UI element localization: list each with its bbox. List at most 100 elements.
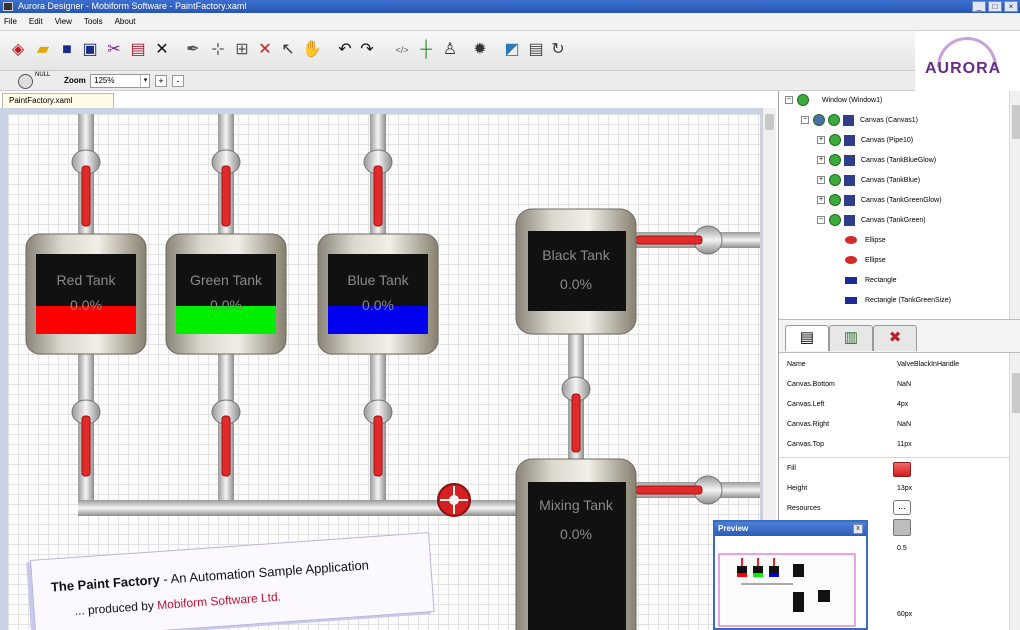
- tree-item[interactable]: Rectangle (TankGreenSize): [845, 293, 951, 309]
- properties-icon: ▤: [799, 329, 815, 346]
- valve[interactable]: [363, 149, 393, 227]
- expand-icon[interactable]: +: [817, 136, 825, 145]
- menu-bar: File Edit View Tools About: [0, 13, 1020, 31]
- new-file-icon[interactable]: ◈: [8, 40, 28, 60]
- tree-item[interactable]: + Canvas (TankBlue): [817, 173, 920, 189]
- group-tool-icon[interactable]: ⊞: [232, 40, 252, 60]
- tree-scrollbar[interactable]: [1009, 91, 1020, 319]
- minimize-button[interactable]: _: [972, 1, 986, 12]
- menu-tools[interactable]: Tools: [84, 13, 103, 30]
- valve[interactable]: [211, 399, 241, 477]
- properties-tab[interactable]: ▤: [785, 325, 829, 351]
- pen-tool-icon[interactable]: ✒: [183, 40, 203, 60]
- tree-item[interactable]: Ellipse: [845, 253, 886, 269]
- red-tank[interactable]: [25, 233, 147, 355]
- tree-item[interactable]: − Canvas (Canvas1): [801, 113, 918, 129]
- expand-icon[interactable]: +: [817, 156, 825, 165]
- save-all-icon[interactable]: ▣: [80, 40, 100, 60]
- zoom-toolbar: NULL Zoom 125% ▾ + -: [0, 71, 915, 91]
- black-tank[interactable]: [515, 208, 637, 335]
- property-row[interactable]: Canvas.Left 4px: [779, 395, 1009, 415]
- preview-window[interactable]: Preview x: [713, 520, 868, 630]
- tree-item[interactable]: Ellipse: [845, 233, 886, 249]
- property-row[interactable]: Canvas.Bottom NaN: [779, 375, 1009, 395]
- app-window: Aurora Designer - Mobiform Software - Pa…: [0, 0, 1020, 630]
- valve[interactable]: [71, 149, 101, 227]
- tree-item[interactable]: Rectangle: [845, 273, 897, 289]
- align-icon[interactable]: ▤: [526, 40, 546, 60]
- fill-color-swatch[interactable]: [893, 462, 911, 477]
- blue-tank[interactable]: [317, 233, 439, 355]
- tools-tab[interactable]: ✖: [873, 325, 917, 351]
- tank-percent: 0.0%: [210, 297, 242, 313]
- logo-text: AURORA: [925, 60, 1002, 77]
- ellipse-icon: [845, 236, 857, 245]
- color-swatch[interactable]: [893, 519, 911, 536]
- tree-item[interactable]: + Canvas (Pipe10): [817, 133, 913, 149]
- tree-item[interactable]: + Canvas (TankBlueGlow): [817, 153, 936, 169]
- visibility-icon: [829, 194, 841, 207]
- expand-icon[interactable]: +: [817, 196, 825, 205]
- node-tool-icon[interactable]: ⊹: [208, 40, 228, 60]
- undo-icon[interactable]: ↶: [335, 40, 355, 60]
- delete-icon[interactable]: ✕: [152, 40, 172, 60]
- property-row[interactable]: Height 13px: [779, 479, 1009, 499]
- menu-file[interactable]: File: [4, 13, 17, 30]
- window-title: Aurora Designer - Mobiform Software - Pa…: [18, 1, 247, 11]
- valve[interactable]: [363, 399, 393, 477]
- valve[interactable]: [211, 149, 241, 227]
- valve[interactable]: [635, 475, 723, 505]
- remove-red-icon[interactable]: ✕: [255, 40, 275, 60]
- zoom-in-button[interactable]: +: [155, 75, 167, 87]
- property-row[interactable]: Name ValveBlackInHandle: [779, 355, 1009, 375]
- collapse-icon[interactable]: −: [801, 116, 809, 125]
- xaml-icon[interactable]: </>: [392, 40, 412, 60]
- add-icon[interactable]: ┼: [416, 40, 436, 60]
- menu-about[interactable]: About: [115, 13, 136, 30]
- collapse-icon[interactable]: −: [817, 216, 825, 225]
- preview-thumbnail: [718, 553, 856, 627]
- resources-tab[interactable]: ▥: [829, 325, 873, 351]
- hand-tool-icon[interactable]: ✋: [302, 40, 322, 60]
- green-tank[interactable]: [165, 233, 287, 355]
- tree-item[interactable]: − Window (Window1): [785, 93, 882, 109]
- menu-edit[interactable]: Edit: [29, 13, 43, 30]
- tree-item[interactable]: − Canvas (TankGreen): [817, 213, 926, 229]
- debug-icon[interactable]: ✹: [470, 40, 490, 60]
- open-folder-icon[interactable]: ▰: [33, 40, 53, 60]
- valve[interactable]: [635, 225, 723, 255]
- scroll-thumb[interactable]: [1012, 373, 1020, 413]
- properties-scrollbar[interactable]: [1009, 353, 1020, 630]
- save-icon[interactable]: ■: [57, 40, 77, 60]
- mixing-tank[interactable]: [515, 458, 637, 630]
- valve[interactable]: [71, 399, 101, 477]
- property-row[interactable]: Canvas.Top 11px: [779, 435, 1009, 455]
- expand-icon[interactable]: +: [817, 176, 825, 185]
- layers-icon[interactable]: ◩: [502, 40, 522, 60]
- zoom-out-button[interactable]: -: [172, 75, 184, 87]
- close-button[interactable]: ×: [1004, 1, 1018, 12]
- paste-icon[interactable]: ▤: [128, 40, 148, 60]
- redo-icon[interactable]: ↷: [357, 40, 377, 60]
- property-row[interactable]: Canvas.Right NaN: [779, 415, 1009, 435]
- resources-button[interactable]: ...: [893, 500, 911, 515]
- menu-view[interactable]: View: [55, 13, 72, 30]
- chevron-down-icon[interactable]: ▾: [140, 75, 150, 87]
- collapse-icon[interactable]: −: [785, 96, 793, 105]
- cut-icon[interactable]: ✂: [104, 40, 124, 60]
- scroll-thumb[interactable]: [765, 114, 774, 130]
- tank-label: Red Tank: [56, 272, 116, 288]
- maximize-button[interactable]: □: [988, 1, 1002, 12]
- close-icon[interactable]: x: [853, 524, 863, 534]
- null-icon[interactable]: [18, 74, 33, 89]
- document-tab[interactable]: PaintFactory.xaml: [2, 93, 114, 108]
- rotate-icon[interactable]: ↻: [548, 40, 568, 60]
- rectangle-icon: [845, 296, 857, 304]
- tree-item[interactable]: + Canvas (TankGreenGlow): [817, 193, 942, 209]
- valve[interactable]: [561, 376, 591, 453]
- scroll-thumb[interactable]: [1012, 105, 1020, 139]
- run-icon[interactable]: ♙: [440, 40, 460, 60]
- select-arrow-icon[interactable]: ↖: [278, 40, 298, 60]
- info-produced-prefix: ... produced by: [74, 598, 158, 618]
- mix-valve[interactable]: [437, 483, 471, 517]
